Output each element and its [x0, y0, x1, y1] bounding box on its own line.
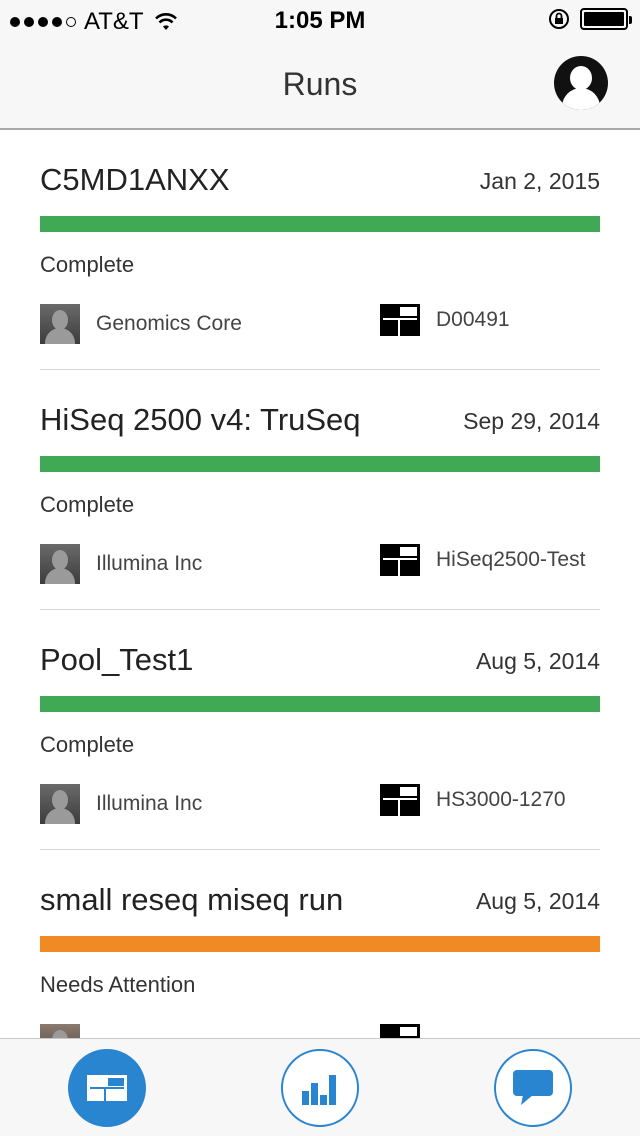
instrument-name: D00491	[436, 308, 510, 331]
run-instrument: HS3000-1270	[380, 784, 566, 816]
instrument-icon	[380, 544, 420, 576]
owner-avatar	[40, 304, 80, 344]
status-bar: AT&T 1:05 PM	[0, 0, 640, 40]
run-item[interactable]: C5MD1ANXX Jan 2, 2015 Complete Genomics …	[40, 130, 600, 370]
run-date: Aug 5, 2014	[475, 648, 600, 674]
run-date: Jan 2, 2015	[479, 168, 600, 194]
run-status: Complete	[40, 492, 135, 517]
run-progress-bar	[40, 216, 600, 232]
tab-bar	[0, 1038, 640, 1136]
runs-icon	[87, 1075, 127, 1101]
instrument-name: HS3000-1270	[436, 788, 566, 811]
run-owner: Illumina Inc	[40, 784, 202, 824]
owner-name: Illumina Inc	[96, 792, 203, 815]
nav-bar: Runs	[0, 40, 640, 130]
owner-avatar	[40, 784, 80, 824]
instrument-icon	[380, 1024, 420, 1038]
runs-list[interactable]: C5MD1ANXX Jan 2, 2015 Complete Genomics …	[0, 130, 640, 1038]
battery-icon	[580, 8, 632, 30]
rotation-lock-icon	[549, 9, 569, 29]
owner-name: Illumina Inc	[96, 552, 203, 575]
tab-statistics[interactable]	[281, 1049, 359, 1127]
run-progress-bar	[40, 696, 600, 712]
run-name: Pool_Test1	[40, 642, 194, 677]
run-instrument: D00491	[380, 304, 510, 336]
chat-icon	[513, 1070, 553, 1105]
run-item[interactable]: Pool_Test1 Aug 5, 2014 Complete Illumina…	[40, 610, 600, 850]
run-name: HiSeq 2500 v4: TruSeq	[40, 402, 361, 437]
page-title: Runs	[282, 66, 358, 102]
run-name: small reseq miseq run	[40, 882, 344, 917]
run-owner: Illumina Inc	[40, 544, 202, 584]
owner-avatar	[40, 1024, 80, 1038]
profile-icon	[570, 66, 592, 90]
run-status: Needs Attention	[40, 972, 196, 997]
run-item[interactable]: small reseq miseq run Aug 5, 2014 Needs …	[40, 850, 600, 1038]
run-instrument	[380, 1024, 436, 1038]
profile-button[interactable]	[554, 56, 608, 110]
instrument-icon	[380, 784, 420, 816]
run-date: Aug 5, 2014	[475, 888, 600, 914]
owner-name: Genomics Core	[96, 312, 242, 335]
run-status: Complete	[40, 732, 135, 757]
instrument-icon	[380, 304, 420, 336]
status-time: 1:05 PM	[274, 7, 366, 34]
run-instrument: HiSeq2500-Test	[380, 544, 585, 576]
run-name: C5MD1ANXX	[40, 162, 230, 197]
run-progress-bar	[40, 456, 600, 472]
run-owner	[40, 1024, 96, 1038]
run-date: Sep 29, 2014	[463, 408, 600, 434]
run-owner: Genomics Core	[40, 304, 242, 344]
run-progress-bar	[40, 936, 600, 952]
owner-avatar	[40, 544, 80, 584]
run-item[interactable]: HiSeq 2500 v4: TruSeq Sep 29, 2014 Compl…	[40, 370, 600, 610]
status-right	[548, 8, 632, 30]
run-status: Complete	[40, 252, 135, 277]
tab-runs[interactable]	[68, 1049, 146, 1127]
bar-chart-icon	[302, 1075, 336, 1105]
instrument-name: HiSeq2500-Test	[436, 548, 586, 571]
tab-messages[interactable]	[494, 1049, 572, 1127]
